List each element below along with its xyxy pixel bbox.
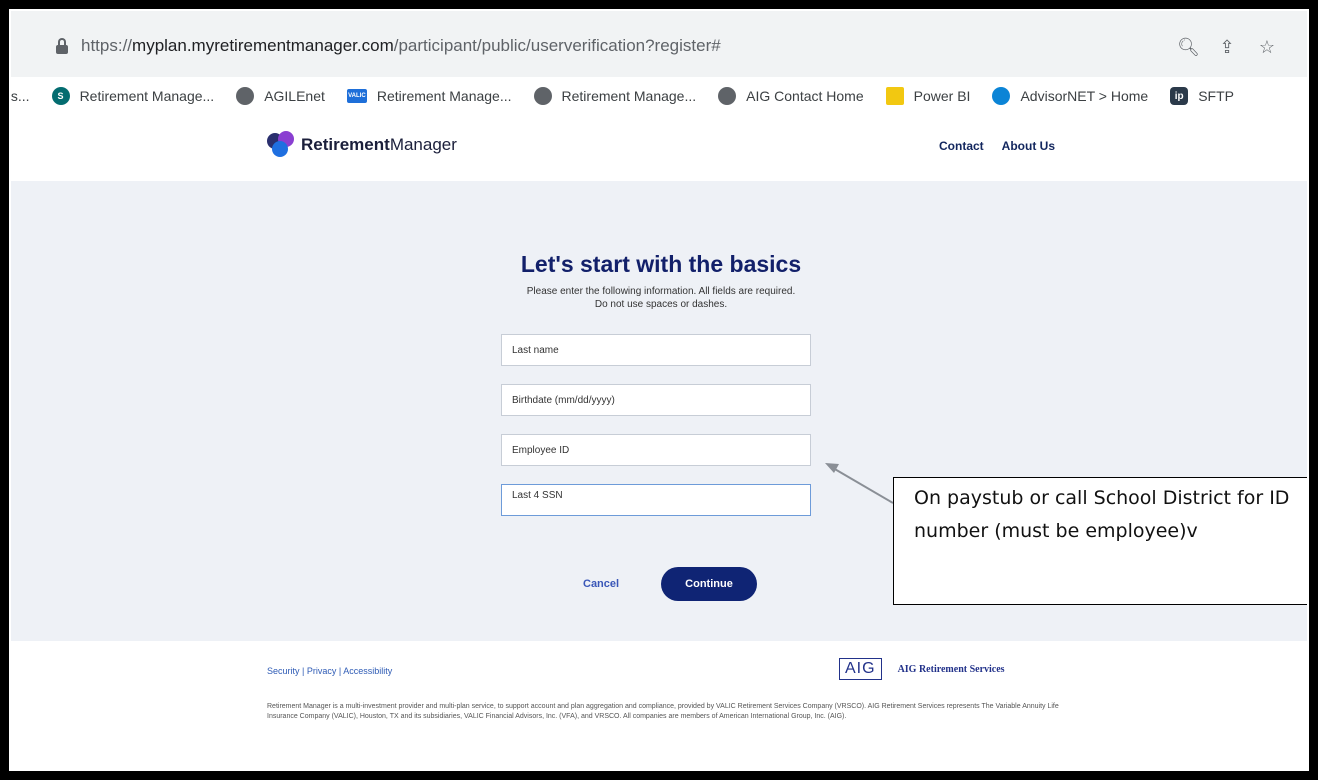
aig-logo: AIG AIG Retirement Services <box>839 658 1005 680</box>
footer-links: Security | Privacy | Accessibility <box>267 666 393 676</box>
site-footer: Security | Privacy | Accessibility AIG A… <box>11 641 1307 769</box>
annotation-callout: On paystub or call School District for I… <box>893 477 1307 605</box>
security-link[interactable]: Security <box>267 666 300 676</box>
accessibility-link[interactable]: Accessibility <box>343 666 392 676</box>
privacy-link[interactable]: Privacy <box>307 666 337 676</box>
screenshot-frame: https://myplan.myretirementmanager.com/p… <box>9 9 1309 771</box>
footer-disclaimer: Retirement Manager is a multi-investment… <box>267 703 1059 720</box>
